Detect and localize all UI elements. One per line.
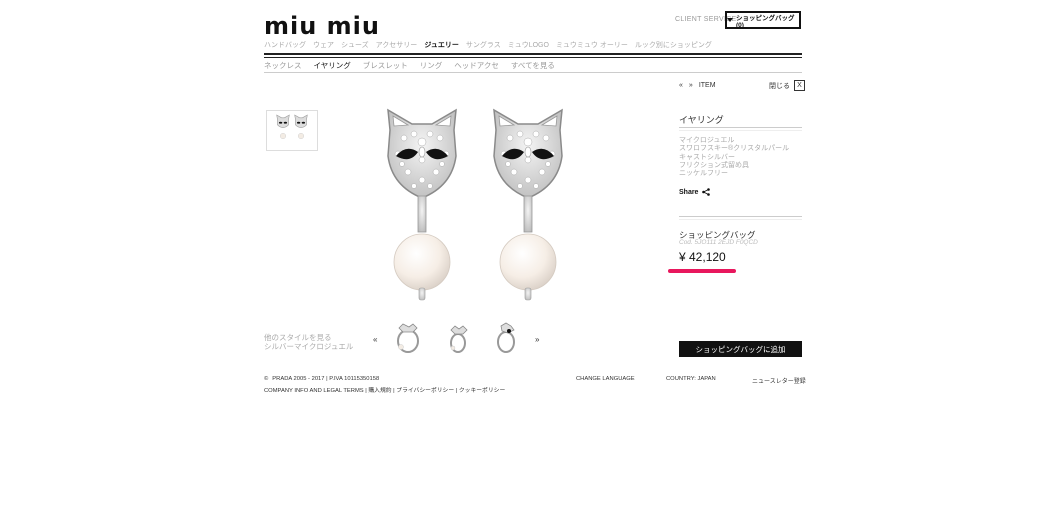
alt-product-ring-1[interactable] — [393, 322, 423, 354]
other-styles-heading: 他のスタイルを見る — [264, 333, 332, 342]
main-nav-item[interactable]: ハンドバッグ — [264, 40, 306, 50]
header-divider — [264, 53, 802, 55]
description-line: フリクション式留め具 — [679, 161, 749, 169]
subnav-item[interactable]: リング — [420, 60, 443, 71]
price-divider — [679, 216, 802, 217]
other-styles-prev-arrow[interactable]: « — [373, 335, 377, 344]
main-nav-item[interactable]: ルック別にショッピング — [635, 40, 712, 50]
close-label: 閉じる — [769, 82, 790, 90]
main-nav: ハンドバッグ ウェア シューズ アクセサリー ジュエリー サングラス ミュウLOGO ミュウミ… — [264, 40, 712, 50]
title-divider-thin — [679, 130, 802, 131]
subnav-item[interactable]: ブレスレット — [363, 60, 408, 71]
other-styles-label: 他のスタイルを見る シルバーマイクロジュエル — [264, 333, 353, 351]
description-line: ニッケルフリー — [679, 170, 728, 178]
footer-copyright: © PRADA 2005 - 2017 | P.IVA 10115350158 — [264, 376, 379, 382]
copyright-icon: © — [264, 376, 269, 382]
main-nav-item[interactable]: サングラス — [466, 40, 501, 50]
subnav-item[interactable]: すべてを見る — [511, 60, 555, 71]
item-pager: « » ITEM — [679, 82, 716, 89]
footer-legal-links[interactable]: COMPANY INFO AND LEGAL TERMS | 購入規約 | プラ… — [264, 385, 505, 394]
alt-product-ring-2[interactable] — [443, 322, 473, 354]
subnav-divider — [264, 72, 802, 73]
add-to-bag-button[interactable]: ショッピングバッグに追加 — [679, 341, 802, 357]
main-nav-item[interactable]: アクセサリー — [376, 40, 418, 50]
product-price: ¥ 42,120 — [679, 250, 726, 264]
main-nav-item[interactable]: ミュウミュウ オーリー — [556, 40, 628, 50]
pager-next[interactable]: » — [689, 82, 693, 89]
main-nav-item[interactable]: ジュエリー — [424, 40, 459, 50]
svg-text:miu miu: miu miu — [264, 14, 379, 38]
shopping-bag-label: ショッピングバッグ (0) — [736, 14, 795, 29]
price-divider-thin — [679, 219, 802, 220]
shopping-bag-button[interactable]: ショッピングバッグ (0) — [725, 11, 801, 29]
product-image-cat-earrings — [387, 108, 563, 301]
description-line: スワロフスキー®クリスタルパール — [679, 145, 790, 153]
product-thumbnail[interactable] — [266, 110, 318, 151]
subnav-item[interactable]: イヤリング — [314, 60, 351, 71]
share-label: Share — [679, 188, 699, 196]
newsletter-signup-link[interactable]: ニュースレター登録 — [752, 376, 806, 385]
close-icon: X — [794, 80, 805, 91]
subnav-item[interactable]: ネックレス — [264, 60, 302, 71]
pager-label: ITEM — [698, 82, 716, 89]
main-nav-item[interactable]: シューズ — [341, 40, 369, 50]
main-nav-item[interactable]: ウェア — [313, 40, 334, 50]
product-title: イヤリング — [679, 115, 724, 125]
other-styles-subheading: シルバーマイクロジュエル — [264, 342, 354, 351]
alt-product-ring-3[interactable] — [492, 322, 522, 354]
miu-miu-logo[interactable]: miu miu — [264, 14, 379, 38]
close-button[interactable]: 閉じる X — [769, 80, 805, 91]
product-description: マイクロジュエル スワロフスキー®クリスタルパール キャストシルバー フリクション式留… — [679, 137, 789, 178]
change-language-link[interactable]: CHANGE LANGUAGE — [576, 376, 635, 382]
pager-prev[interactable]: « — [679, 82, 683, 89]
country-selector[interactable]: COUNTRY: JAPAN — [666, 376, 716, 382]
main-nav-item[interactable]: ミュウLOGO — [508, 40, 549, 50]
price-highlight-underline — [668, 269, 736, 273]
header-divider-thin — [264, 57, 802, 58]
share-icon — [702, 188, 711, 196]
copyright-text: PRADA 2005 - 2017 | P.IVA 10115350158 — [272, 376, 380, 382]
title-divider — [679, 127, 802, 128]
product-code: Cod. 5JO111 2EJD F0QCD — [679, 239, 758, 246]
subnav-item[interactable]: ヘッドアクセ — [454, 60, 499, 71]
category-subnav: ネックレス イヤリング ブレスレット リング ヘッドアクセ すべてを見る — [264, 60, 555, 71]
other-styles-next-arrow[interactable]: » — [535, 335, 539, 344]
share-button[interactable]: Share — [679, 188, 711, 196]
dropdown-arrow-icon — [727, 18, 733, 22]
description-line: キャストシルバー — [679, 153, 735, 161]
